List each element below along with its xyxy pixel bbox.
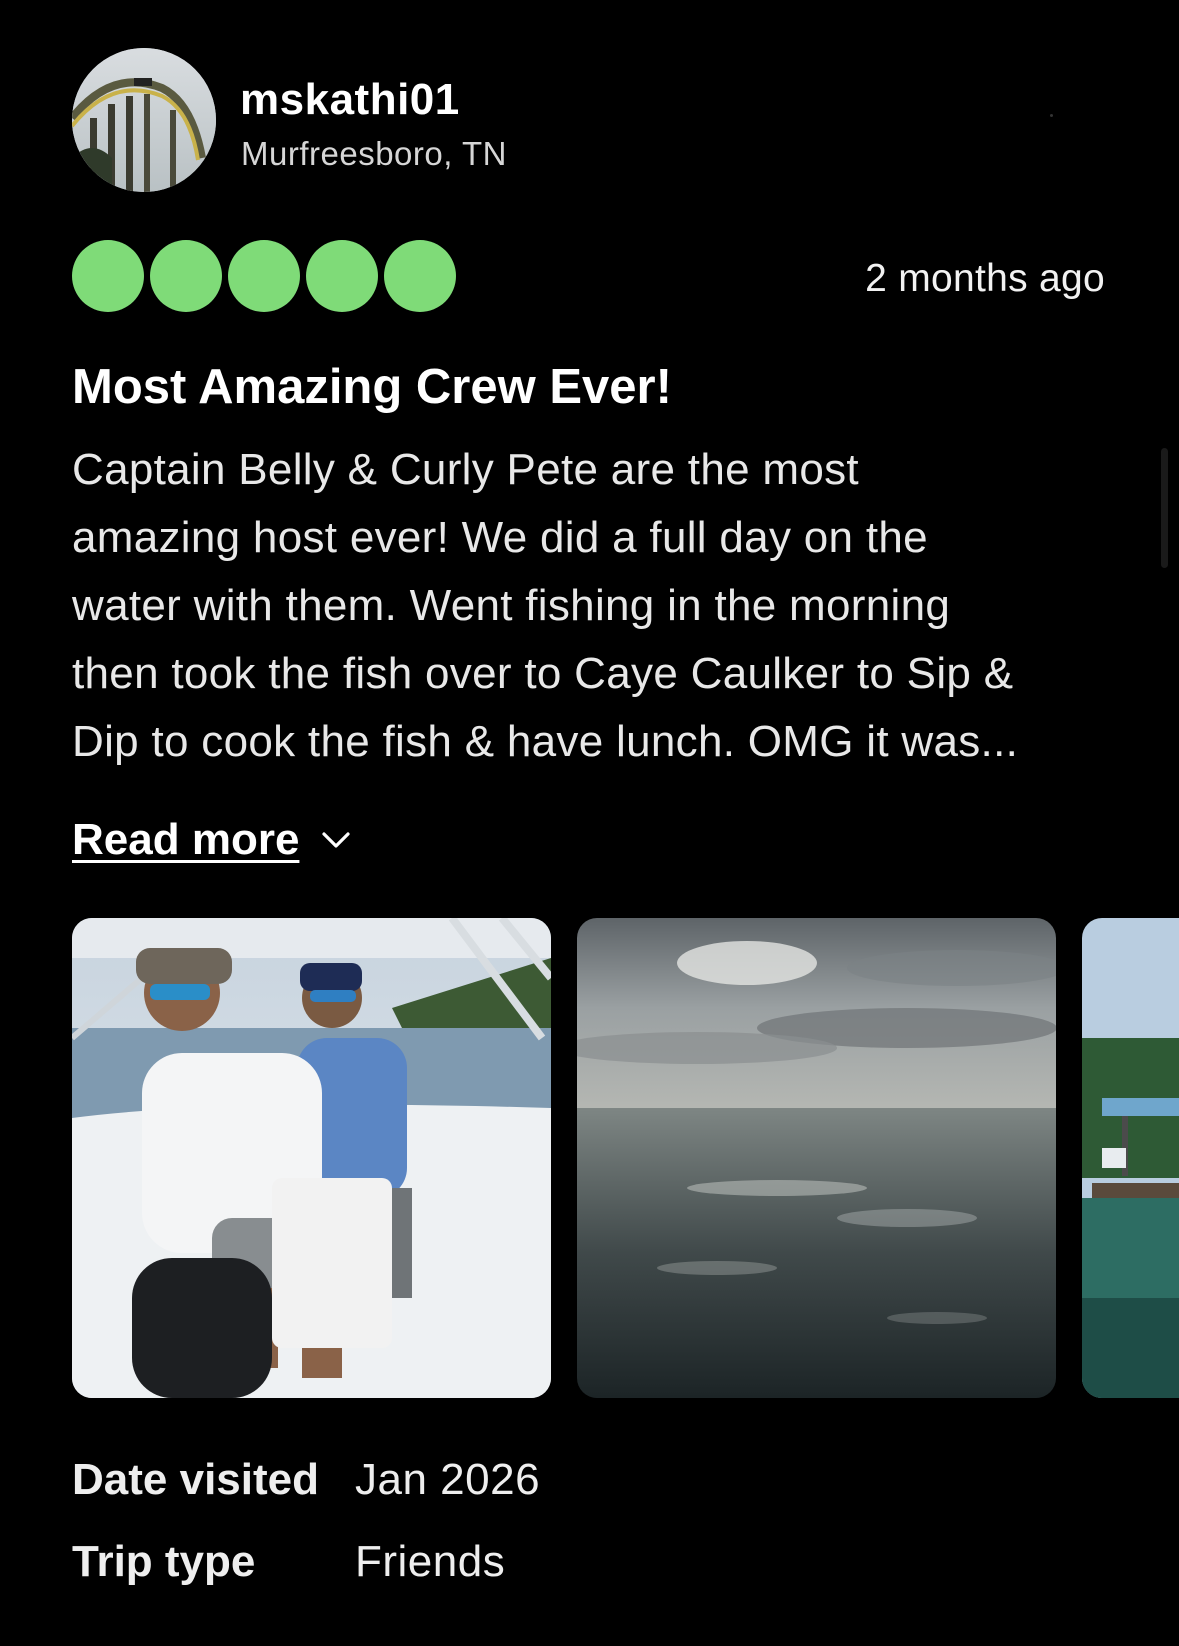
review-body-line: Dip to cook the fish & have lunch. OMG i…	[72, 717, 1019, 766]
review-body-line: Captain Belly & Curly Pete are the most	[72, 445, 859, 494]
reviewer-username[interactable]: mskathi01	[240, 72, 460, 128]
reviewer-location: Murfreesboro, TN	[241, 135, 507, 172]
sea-photo-image	[577, 918, 1056, 1398]
read-more-label[interactable]: Read more	[72, 812, 299, 868]
trip-type-value: Friends	[355, 1537, 506, 1586]
rating-bubble-icon	[306, 240, 378, 312]
rating-bubbles	[72, 240, 462, 314]
date-visited-label: Date visited	[72, 1455, 319, 1504]
more-options-icon[interactable]	[1050, 114, 1053, 117]
roller-coaster-icon	[72, 48, 216, 192]
rating-bubble-icon	[72, 240, 144, 312]
date-visited-value: Jan 2026	[355, 1455, 541, 1504]
review-timestamp: 2 months ago	[865, 257, 1105, 300]
rating-bubble-icon	[150, 240, 222, 312]
dock-photo-image	[1082, 918, 1179, 1398]
crew-photo-image	[72, 918, 551, 1398]
review-body-line: amazing host ever! We did a full day on …	[72, 513, 928, 562]
scrollbar[interactable]	[1161, 448, 1168, 568]
review-body: Captain Belly & Curly Pete are the most …	[72, 436, 1122, 776]
rating-bubble-icon	[384, 240, 456, 312]
review-photo-dock[interactable]	[1082, 918, 1179, 1398]
review-body-line: then took the fish over to Caye Caulker …	[72, 649, 1014, 698]
rating-bubble-icon	[228, 240, 300, 312]
read-more-button[interactable]: Read more	[72, 812, 351, 868]
review-card: mskathi01 Murfreesboro, TN 2 months ago …	[0, 0, 1179, 1646]
review-title: Most Amazing Crew Ever!	[72, 360, 672, 414]
photo-carousel[interactable]	[72, 918, 1179, 1398]
review-body-line: water with them. Went fishing in the mor…	[72, 581, 951, 630]
avatar[interactable]	[72, 48, 216, 192]
review-photo-crew[interactable]	[72, 918, 551, 1398]
review-photo-sea[interactable]	[577, 918, 1056, 1398]
trip-type-label: Trip type	[72, 1537, 256, 1586]
chevron-down-icon[interactable]	[321, 829, 351, 851]
